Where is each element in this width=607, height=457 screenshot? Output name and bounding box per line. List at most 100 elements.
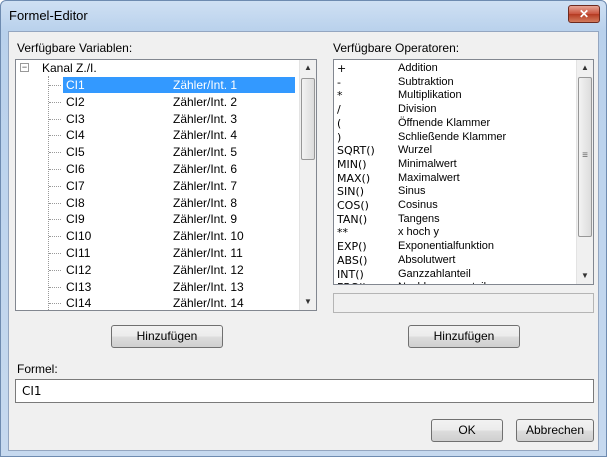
tree-connector	[49, 202, 61, 204]
formula-input[interactable]: CI1	[15, 379, 594, 403]
close-button[interactable]: ✕	[568, 5, 600, 23]
operator-name: Nachkommaanteil	[398, 281, 486, 284]
operator-item[interactable]: ** x hoch y	[334, 226, 577, 240]
variable-description: Zähler/Int. 1	[173, 78, 238, 92]
scroll-down-icon[interactable]: ▼	[577, 268, 593, 284]
variable-name: CI6	[66, 162, 85, 176]
operator-item[interactable]: EXP() Exponentialfunktion	[334, 240, 577, 254]
operator-item[interactable]: / Division	[334, 103, 577, 117]
operator-item[interactable]: FRC() Nachkommaanteil	[334, 281, 577, 284]
operators-scrollbar[interactable]: ▲ ≡ ▼	[576, 60, 593, 284]
operator-name: Absolutwert	[398, 253, 456, 266]
operator-item[interactable]: ( Öffnende Klammer	[334, 117, 577, 131]
tree-root-node[interactable]: − Kanal Z./I.	[16, 60, 299, 77]
operator-symbol: MIN()	[337, 157, 367, 171]
ok-button[interactable]: OK	[431, 419, 503, 442]
operator-symbol: **	[337, 226, 348, 240]
tree-item[interactable]: CI7 Zähler/Int. 7	[16, 178, 299, 195]
variable-description: Zähler/Int. 2	[173, 94, 238, 109]
scroll-thumb[interactable]: ≡	[578, 77, 592, 237]
operators-list[interactable]: + Addition - Subtraktion * Multiplikation / Div…	[333, 59, 594, 285]
tree-connector	[49, 135, 61, 137]
variable-name: CI2	[66, 94, 85, 109]
operator-item[interactable]: SIN() Sinus	[334, 185, 577, 199]
operator-symbol: FRC()	[337, 281, 367, 284]
variable-name: CI4	[66, 128, 85, 143]
variable-description: Zähler/Int. 13	[173, 279, 244, 294]
tree-connector	[49, 85, 61, 86]
tree-item[interactable]: CI11 Zähler/Int. 11	[16, 245, 299, 262]
scroll-thumb[interactable]	[301, 78, 315, 160]
tree-connector	[49, 118, 61, 120]
operator-symbol: *	[337, 89, 343, 103]
add-operator-button[interactable]: Hinzufügen	[408, 325, 520, 348]
tree-connector	[49, 286, 61, 288]
tree-item[interactable]: CI13 Zähler/Int. 13	[16, 279, 299, 296]
variable-description: Zähler/Int. 3	[173, 111, 238, 126]
variable-name: CI11	[66, 246, 91, 260]
variable-name: CI5	[66, 145, 85, 160]
operator-item[interactable]: SQRT() Wurzel	[334, 144, 577, 158]
tree-item[interactable]: CI4 Zähler/Int. 4	[16, 127, 299, 144]
operator-symbol: MAX()	[337, 171, 371, 185]
operator-symbol: )	[337, 130, 342, 144]
tree-item[interactable]: CI10 Zähler/Int. 10	[16, 228, 299, 245]
operator-item[interactable]: COS() Cosinus	[334, 199, 577, 213]
scroll-down-icon[interactable]: ▼	[300, 294, 316, 310]
variable-name: CI13	[66, 279, 92, 294]
tree-connector	[49, 101, 61, 103]
operator-name: Öffnende Klammer	[398, 116, 491, 129]
variables-label: Verfügbare Variablen:	[17, 41, 133, 55]
formula-label: Formel:	[17, 362, 58, 376]
operator-item[interactable]: ) Schließende Klammer	[334, 131, 577, 145]
collapse-icon[interactable]: −	[20, 63, 29, 72]
variables-tree[interactable]: − Kanal Z./I. CI1 Zähler/Int. 1 CI2 Zähler/…	[15, 59, 317, 311]
scroll-up-icon[interactable]: ▲	[577, 60, 593, 76]
variable-description: Zähler/Int. 14	[173, 296, 244, 311]
operator-item[interactable]: + Addition	[334, 62, 577, 76]
tree-item[interactable]: CI6 Zähler/Int. 6	[16, 161, 299, 178]
variable-description: Zähler/Int. 8	[173, 195, 238, 210]
operator-description-field	[333, 293, 594, 313]
operator-name: x hoch y	[398, 226, 439, 239]
variable-name: CI10	[66, 229, 92, 244]
operator-symbol: (	[337, 116, 342, 130]
operator-name: Addition	[398, 62, 438, 74]
tree-item[interactable]: CI12 Zähler/Int. 12	[16, 262, 299, 279]
operator-item[interactable]: * Multiplikation	[334, 89, 577, 103]
operator-item[interactable]: INT() Ganzzahlanteil	[334, 268, 577, 282]
tree-item[interactable]: CI3 Zähler/Int. 3	[16, 111, 299, 128]
add-variable-button[interactable]: Hinzufügen	[111, 325, 223, 348]
tree-item[interactable]: CI8 Zähler/Int. 8	[16, 195, 299, 212]
tree-connector	[49, 236, 61, 238]
tree-item[interactable]: CI1 Zähler/Int. 1	[16, 77, 299, 94]
tree-connector	[49, 169, 61, 170]
variable-name: CI12	[66, 262, 92, 277]
tree-item[interactable]: CI5 Zähler/Int. 5	[16, 144, 299, 161]
operator-item[interactable]: - Subtraktion	[334, 76, 577, 90]
operator-item[interactable]: MAX() Maximalwert	[334, 172, 577, 186]
variable-description: Zähler/Int. 11	[173, 246, 243, 260]
operator-symbol: /	[337, 103, 341, 117]
tree-item[interactable]: CI2 Zähler/Int. 2	[16, 94, 299, 111]
tree-connector	[49, 253, 61, 254]
tree-connector	[49, 185, 61, 187]
formula-editor-window: Formel-Editor ✕ Verfügbare Variablen: − …	[0, 0, 607, 457]
operator-item[interactable]: TAN() Tangens	[334, 213, 577, 227]
operator-item[interactable]: ABS() Absolutwert	[334, 254, 577, 268]
operator-name: Exponentialfunktion	[398, 240, 495, 253]
operator-name: Schließende Klammer	[398, 130, 507, 143]
title-bar[interactable]: Formel-Editor ✕	[1, 1, 606, 31]
cancel-button[interactable]: Abbrechen	[516, 419, 594, 442]
scroll-up-icon[interactable]: ▲	[300, 60, 316, 76]
variable-name: CI7	[66, 178, 85, 193]
tree-item[interactable]: CI9 Zähler/Int. 9	[16, 211, 299, 228]
operator-item[interactable]: MIN() Minimalwert	[334, 158, 577, 172]
close-icon: ✕	[578, 7, 590, 21]
tree-item[interactable]: CI14 Zähler/Int. 14	[16, 295, 299, 311]
tree-connector	[49, 269, 61, 271]
operator-name: Wurzel	[398, 144, 433, 157]
variables-scrollbar[interactable]: ▲ ▼	[299, 60, 316, 310]
operators-label: Verfügbare Operatoren:	[333, 41, 460, 55]
operator-symbol: EXP()	[337, 240, 367, 254]
